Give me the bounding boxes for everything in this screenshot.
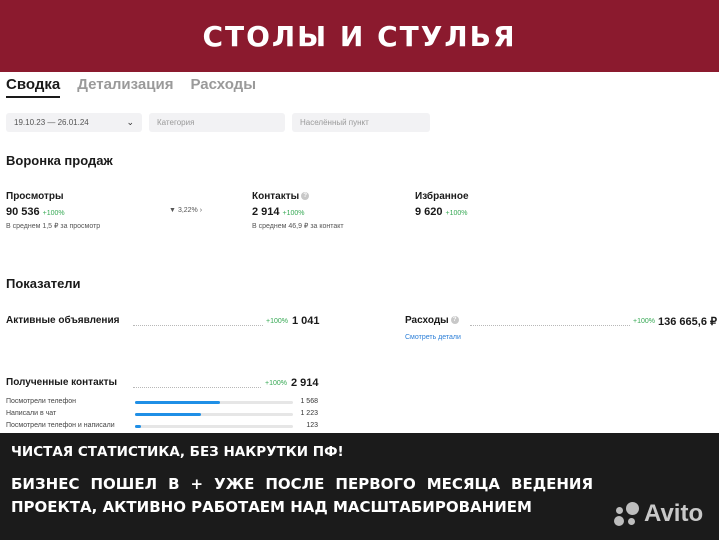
contacts-metric: 2 914 +100% [252, 206, 305, 218]
contacts-title: Контакты? [252, 191, 310, 202]
avito-logo: Avito [614, 500, 703, 528]
tab-bar: Сводка Детализация Расходы [6, 76, 256, 98]
views-sub: В среднем 1,5 ₽ за просмотр [6, 223, 101, 230]
expenses-label: Расходы [405, 315, 449, 326]
expenses-delta: +100% [633, 318, 655, 325]
conversion-value: 3,22% [177, 207, 198, 214]
views-value: 90 536 [6, 206, 40, 218]
conversion-link[interactable]: ▼ 3,22% › [169, 207, 202, 214]
favorites-value: 9 620 [415, 206, 443, 218]
active-ads-delta: +100% [266, 318, 288, 325]
contacts-delta: +100% [282, 210, 305, 217]
indicators-heading: Показатели [6, 276, 81, 291]
funnel-heading: Воронка продаж [6, 153, 113, 168]
phone-and-chat-fill [135, 425, 142, 428]
phone-and-chat-label: Посмотрели телефон и написали [6, 422, 115, 429]
chat-messages-bar [135, 413, 293, 416]
expenses-title: Расходы? [405, 315, 459, 326]
chat-messages-fill [135, 413, 202, 416]
info-icon[interactable]: ? [301, 192, 310, 201]
date-range-select[interactable]: 19.10.23 — 26.01.24 ⌄ [6, 113, 142, 132]
expenses-value: 136 665,6 ₽ [658, 316, 717, 328]
chevron-down-icon: ⌄ [126, 117, 134, 127]
favorites-delta: +100% [445, 210, 468, 217]
phone-and-chat-bar [135, 425, 293, 428]
phone-views-bar [135, 401, 293, 404]
views-metric: 90 536 +100% [6, 206, 65, 218]
tab-details[interactable]: Детализация [77, 76, 173, 98]
phone-views-value: 1 568 [300, 398, 318, 405]
banner-title: Столы и стулья [202, 19, 517, 53]
view-details-link[interactable]: Смотреть детали [405, 334, 461, 341]
favorites-metric: 9 620 +100% [415, 206, 468, 218]
phone-views-fill [135, 401, 221, 404]
info-icon[interactable]: ? [450, 316, 459, 325]
received-contacts-delta: +100% [265, 380, 287, 387]
contacts-value: 2 914 [252, 206, 280, 218]
divider [133, 325, 263, 326]
tab-summary[interactable]: Сводка [6, 76, 61, 98]
phone-and-chat-value: 123 [306, 422, 318, 429]
views-label: Просмотры [6, 191, 64, 202]
contacts-label: Контакты [252, 191, 300, 202]
chevron-right-icon: › [199, 207, 203, 214]
category-select[interactable]: Категория [149, 113, 285, 132]
chat-messages-label: Написали в чат [6, 410, 57, 417]
views-delta: +100% [42, 210, 65, 217]
divider [133, 387, 261, 388]
phone-views-label: Посмотрели телефон [6, 398, 76, 405]
date-range-value: 19.10.23 — 26.01.24 [14, 118, 89, 127]
category-placeholder: Категория [157, 118, 195, 127]
caption-line-3: проекта, активно работаем над масштабиро… [11, 498, 532, 516]
active-ads-value: 1 041 [292, 315, 320, 327]
divider [470, 325, 630, 326]
received-contacts-value: 2 914 [291, 377, 319, 389]
caption-line-2: Бизнес пошел в + уже после первого месяц… [11, 475, 593, 493]
locality-select[interactable]: Населённый пункт [292, 113, 430, 132]
tab-expenses[interactable]: Расходы [190, 76, 256, 98]
avito-wordmark: Avito [644, 500, 704, 527]
avito-dots-icon [614, 502, 640, 526]
active-ads-label: Активные объявления [6, 315, 120, 326]
contacts-sub: В среднем 46,9 ₽ за контакт [252, 223, 344, 230]
locality-placeholder: Населённый пункт [300, 118, 369, 127]
funnel-icon: ▼ [169, 207, 176, 214]
chat-messages-value: 1 223 [300, 410, 318, 417]
received-contacts-label: Полученные контакты [6, 377, 118, 388]
caption-line-1: Чистая статистика, без накрутки ПФ! [11, 444, 344, 460]
favorites-label: Избранное [415, 191, 469, 202]
title-banner: Столы и стулья [0, 0, 719, 72]
